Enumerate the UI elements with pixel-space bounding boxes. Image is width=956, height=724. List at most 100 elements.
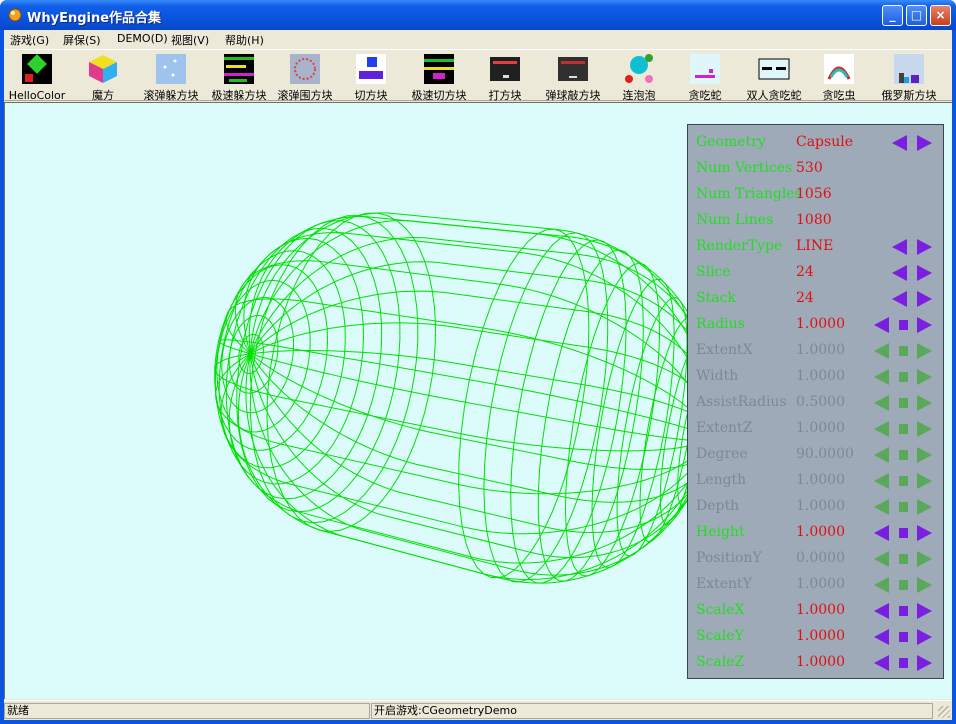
reset-square-icon[interactable]	[899, 606, 908, 616]
toolbar-button-13[interactable]: 贪吃虫	[808, 53, 870, 102]
reset-square-icon[interactable]	[899, 632, 908, 642]
increase-arrow-icon[interactable]	[917, 629, 932, 645]
menu-bar: 游戏(G) 屏保(S) DEMO(D) 视图(V) 帮助(H)	[4, 30, 952, 50]
property-name: ExtentX	[696, 342, 753, 358]
minimize-button[interactable]: _	[882, 5, 903, 26]
decrease-arrow-icon[interactable]	[892, 239, 907, 255]
property-value: 1.0000	[796, 576, 845, 592]
decrease-arrow-icon[interactable]	[874, 629, 889, 645]
decrease-arrow-icon	[874, 395, 889, 411]
speed-cut-icon	[424, 54, 454, 84]
property-row-radius: Radius 1.0000	[688, 312, 945, 338]
property-value: Capsule	[796, 134, 853, 150]
decrease-arrow-icon[interactable]	[892, 135, 907, 151]
toolbar-button-2[interactable]: 魔方	[72, 53, 134, 102]
maximize-button[interactable]: □	[906, 5, 927, 26]
toolbar-button-12[interactable]: 双人贪吃蛇	[740, 53, 808, 102]
menu-view[interactable]: 视图(V)	[171, 32, 209, 48]
speed-dodge-icon	[224, 54, 254, 84]
toolbar-button-3[interactable]: 滚弹躲方块	[138, 53, 204, 102]
client-area: 游戏(G) 屏保(S) DEMO(D) 视图(V) 帮助(H) HelloCol…	[4, 30, 952, 720]
toolbar-label: 弹球敲方块	[545, 89, 601, 102]
property-row-num-triangles: Num Triangles 1056	[688, 182, 945, 208]
property-name: ScaleZ	[696, 654, 745, 670]
toolbar-button-9[interactable]: 弹球敲方块	[540, 53, 606, 102]
property-name: Width	[696, 368, 739, 384]
toolbar-button-11[interactable]: 贪吃蛇	[674, 53, 736, 102]
property-name: Num Lines	[696, 212, 774, 228]
toolbar-button-6[interactable]: 切方块	[340, 53, 402, 102]
increase-arrow-icon[interactable]	[917, 135, 932, 151]
reset-square-icon[interactable]	[899, 658, 908, 668]
property-name: Length	[696, 472, 747, 488]
increase-arrow-icon[interactable]	[917, 525, 932, 541]
property-value: 1.0000	[796, 498, 845, 514]
decrease-arrow-icon[interactable]	[874, 655, 889, 671]
toolbar-button-5[interactable]: 滚弹围方块	[274, 53, 336, 102]
decrease-arrow-icon[interactable]	[892, 265, 907, 281]
property-name: Depth	[696, 498, 740, 514]
toolbar-label: 双人贪吃蛇	[746, 89, 802, 102]
property-name: Num Triangles	[696, 186, 802, 202]
property-name: PositionY	[696, 550, 762, 566]
render-viewport[interactable]: Geometry Capsule Num Vertices 530 Num Triang…	[4, 102, 952, 699]
toolbar-button-10[interactable]: 连泡泡	[608, 53, 670, 102]
toolbar-label: 魔方	[92, 89, 114, 102]
increase-arrow-icon[interactable]	[917, 291, 932, 307]
app-icon	[8, 8, 22, 22]
reset-square-icon[interactable]	[899, 528, 908, 538]
wireframe-line	[220, 353, 711, 535]
property-name: ExtentZ	[696, 420, 753, 436]
wireframe-line	[249, 212, 713, 438]
decrease-arrow-icon[interactable]	[874, 317, 889, 333]
title-bar[interactable]: WhyEngine作品合集 _ □ ×	[0, 0, 956, 30]
wireframe-line	[234, 260, 711, 438]
decrease-arrow-icon[interactable]	[874, 603, 889, 619]
reset-square-icon	[899, 424, 908, 434]
increase-arrow-icon[interactable]	[917, 265, 932, 281]
toolbar-button-7[interactable]: 极速切方块	[406, 53, 472, 102]
increase-arrow-icon	[917, 343, 932, 359]
increase-arrow-icon	[917, 577, 932, 593]
toolbar-button-8[interactable]: 打方块	[474, 53, 536, 102]
menu-game[interactable]: 游戏(G)	[10, 32, 49, 48]
wireframe-line	[218, 339, 711, 438]
toolbar-button-1[interactable]: HelloColor	[6, 53, 68, 102]
property-value: 1.0000	[796, 316, 845, 332]
property-row-num-vertices: Num Vertices 530	[688, 156, 945, 182]
two-player-snake-icon	[758, 58, 790, 80]
menu-help[interactable]: 帮助(H)	[225, 32, 264, 48]
property-row-length: Length 1.0000	[688, 468, 945, 494]
property-row-rendertype: RenderType LINE	[688, 234, 945, 260]
decrease-arrow-icon[interactable]	[892, 291, 907, 307]
property-value: 1.0000	[796, 628, 845, 644]
menu-screensaver[interactable]: 屏保(S)	[63, 32, 101, 48]
property-value: 1.0000	[796, 368, 845, 384]
increase-arrow-icon[interactable]	[917, 655, 932, 671]
increase-arrow-icon[interactable]	[917, 239, 932, 255]
toolbar-button-14[interactable]: 俄罗斯方块	[874, 53, 944, 102]
reset-square-icon[interactable]	[899, 320, 908, 330]
property-value: 1.0000	[796, 654, 845, 670]
wireframe-line	[218, 237, 365, 485]
resize-grip[interactable]	[938, 706, 950, 718]
property-row-height: Height 1.0000	[688, 520, 945, 546]
decrease-arrow-icon	[874, 343, 889, 359]
menu-demo[interactable]: DEMO(D)	[117, 32, 168, 45]
increase-arrow-icon[interactable]	[917, 317, 932, 333]
toolbar-button-4[interactable]: 极速躲方块	[206, 53, 272, 102]
increase-arrow-icon[interactable]	[917, 603, 932, 619]
property-row-scalex: ScaleX 1.0000	[688, 598, 945, 624]
increase-arrow-icon	[917, 395, 932, 411]
property-value: 0.5000	[796, 394, 845, 410]
wireframe-line	[483, 232, 609, 583]
decrease-arrow-icon[interactable]	[874, 525, 889, 541]
property-name: Degree	[696, 446, 748, 462]
reset-square-icon	[899, 476, 908, 486]
roll-dodge-icon	[156, 54, 186, 84]
toolbar-label: 连泡泡	[622, 89, 656, 102]
increase-arrow-icon	[917, 369, 932, 385]
close-button[interactable]: ×	[930, 5, 951, 26]
property-name: AssistRadius	[696, 394, 787, 410]
tetris-icon	[894, 54, 924, 84]
